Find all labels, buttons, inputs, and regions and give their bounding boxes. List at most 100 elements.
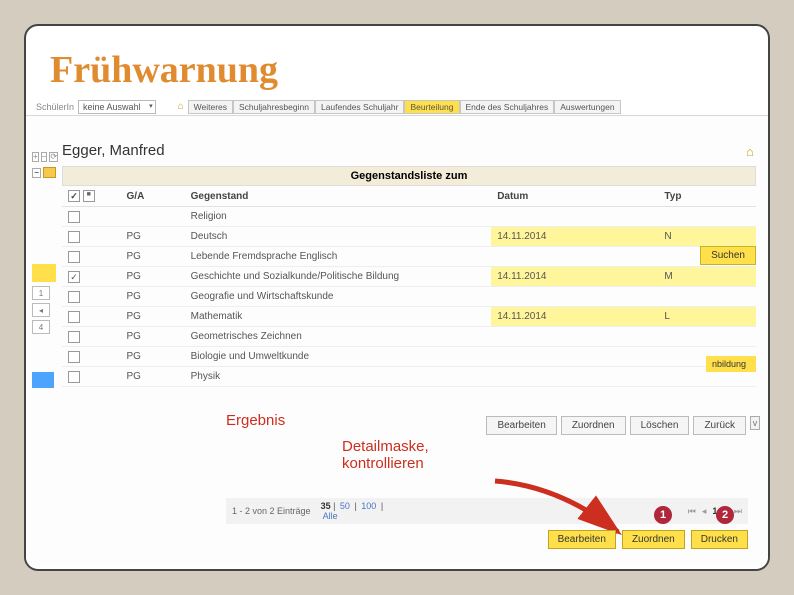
cell-ga: PG [121,327,185,347]
cell-ga: PG [121,267,185,287]
table-row: PGBiologie und Umweltkunde [62,347,756,367]
search-button[interactable]: Suchen [700,246,756,265]
cell-ga: PG [121,247,185,267]
drucken-button[interactable]: Drucken [691,530,748,549]
loeschen-button[interactable]: Löschen [630,416,690,435]
marker-2: 2 [716,506,734,524]
nbildung-highlight: nbildung [706,356,756,372]
cell-subject: Geografie und Wirtschaftskunde [185,287,492,307]
mini-tab-2[interactable]: ◂ [32,303,50,317]
cell-date: 14.11.2014 [491,227,658,247]
cell-subject: Physik [185,367,492,387]
content-area: ⌂ + − ⟳ − 1 ◂ 4 Egger, Manfred Gegenstan… [26,116,768,567]
tree-sync-icon[interactable]: ⟳ [49,152,58,162]
cell-typ: L [658,307,756,327]
table-header-row: G/A Gegenstand Datum Typ [62,186,756,207]
mini-tab-3[interactable]: 4 [32,320,50,334]
cell-ga: PG [121,307,185,327]
cell-date [491,367,658,387]
tree-toggle-icon[interactable]: − [32,168,41,178]
row-checkbox[interactable] [68,291,80,303]
bearbeiten-button-1[interactable]: Bearbeiten [486,416,556,435]
cell-date [491,347,658,367]
row-checkbox[interactable] [68,311,80,323]
mini-tab-1[interactable]: 1 [32,286,50,300]
row-checkbox[interactable] [68,271,80,283]
col-gegenstand: Gegenstand [185,186,492,207]
home-icon[interactable]: ⌂ [746,144,758,156]
pager-first-icon[interactable]: ⏮ [688,506,696,517]
scroll-down-icon[interactable]: v [750,416,760,430]
row-checkbox[interactable] [68,331,80,343]
tree-collapse-all-icon[interactable]: − [41,152,48,162]
cell-date [491,207,658,227]
page-size-100[interactable]: 100 [361,501,376,511]
schueler-label: SchülerIn [36,102,74,112]
action-row-2: Bearbeiten Zuordnen Drucken [548,530,748,549]
table-row: PGLebende Fremdsprache Englisch [62,247,756,267]
zuordnen-button-2[interactable]: Zuordnen [622,530,685,549]
tab-strip-left: 1 ◂ 4 [32,286,52,337]
cell-subject: Biologie und Umweltkunde [185,347,492,367]
folder-icon[interactable] [43,167,56,178]
cell-typ [658,287,756,307]
cell-date: 14.11.2014 [491,267,658,287]
topbar: SchülerIn keine Auswahl ▾ ⌂ Weiteres Sch… [26,100,768,116]
cell-ga: PG [121,227,185,247]
tab-schuljahresbeginn[interactable]: Schuljahresbeginn [233,100,315,114]
page-size-all[interactable]: Alle [323,511,338,521]
table-row: Religion [62,207,756,227]
cell-subject: Religion [185,207,492,227]
marker-1: 1 [654,506,672,524]
row-checkbox[interactable] [68,231,80,243]
page-title: Frühwarnung [50,48,768,92]
table-row: PGMathematik14.11.2014L [62,307,756,327]
cell-ga: PG [121,287,185,307]
row-checkbox[interactable] [68,211,80,223]
col-ga: G/A [121,186,185,207]
pager-prev-icon[interactable]: ◂ [702,506,707,517]
slide-frame: Frühwarnung SchülerIn keine Auswahl ▾ ⌂ … [24,24,770,571]
row-checkbox[interactable] [68,351,80,363]
pager-sizes: 35 | 50 | 100 | Alle [321,501,384,521]
tabset: Weiteres Schuljahresbeginn Laufendes Sch… [188,100,621,114]
bearbeiten-button-2[interactable]: Bearbeiten [548,530,616,549]
page-size-50[interactable]: 50 [340,501,350,511]
pager-entries: 1 - 2 von 2 Einträge [232,506,311,516]
cell-date [491,247,658,267]
ergebnis-label: Ergebnis [226,412,285,429]
home-icon-small[interactable]: ⌂ [178,101,184,112]
tab-ende[interactable]: Ende des Schuljahres [460,100,555,114]
table-row: PGDeutsch14.11.2014N [62,227,756,247]
detailmaske-line1: Detailmaske, [342,438,429,455]
page-size-35[interactable]: 35 [321,501,331,511]
checkbox-header-2[interactable] [83,190,95,202]
cell-subject: Deutsch [185,227,492,247]
cell-typ [658,207,756,227]
zuordnen-button-1[interactable]: Zuordnen [561,416,626,435]
cell-ga: PG [121,367,185,387]
yellow-highlight-left [32,264,56,282]
row-checkbox[interactable] [68,251,80,263]
tab-auswertungen[interactable]: Auswertungen [554,100,620,114]
cell-subject: Geschichte und Sozialkunde/Politische Bi… [185,267,492,287]
detailmaske-line2: kontrollieren [342,455,424,472]
cell-typ: M [658,267,756,287]
checkbox-header-1[interactable] [68,190,80,202]
row-checkbox[interactable] [68,371,80,383]
blue-marker [32,372,54,388]
subject-table: G/A Gegenstand Datum Typ ReligionPGDeuts… [62,186,756,387]
pager-last-icon[interactable]: ⏭ [734,506,742,517]
tab-laufendes[interactable]: Laufendes Schuljahr [315,100,405,114]
action-row-1: Bearbeiten Zuordnen Löschen Zurück [486,416,746,435]
zurueck-button[interactable]: Zurück [693,416,746,435]
tab-beurteilung[interactable]: Beurteilung [404,100,459,114]
tab-weiteres[interactable]: Weiteres [188,100,233,114]
chevron-down-icon: ▾ [149,102,153,110]
tree-expand-all-icon[interactable]: + [32,152,39,162]
schueler-select[interactable]: keine Auswahl ▾ [78,100,156,114]
subject-table-wrap: Gegenstandsliste zum G/A Gegenstand Datu… [62,166,756,387]
cell-subject: Mathematik [185,307,492,327]
table-row: PGGeografie und Wirtschaftskunde [62,287,756,307]
select-value: keine Auswahl [83,102,141,112]
